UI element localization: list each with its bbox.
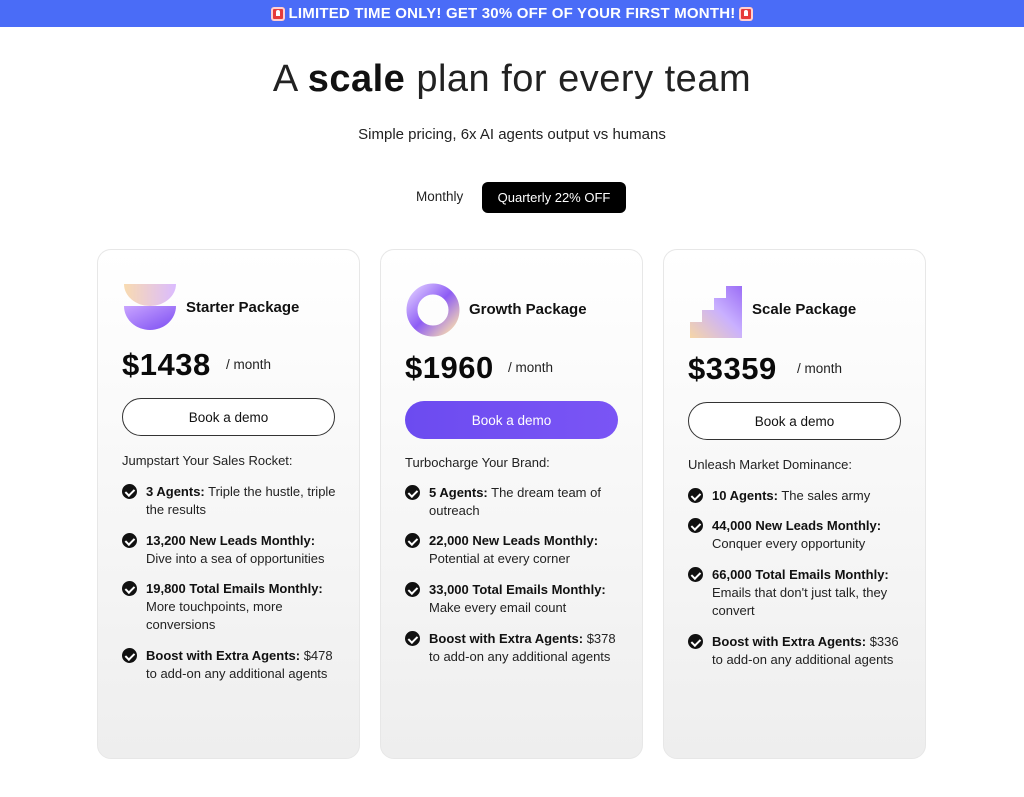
price-period: / month xyxy=(797,361,843,376)
feature-text: 3 Agents: Triple the hustle, triple the … xyxy=(146,483,342,519)
feature-text: Boost with Extra Agents: $478 to add-on … xyxy=(146,647,342,683)
check-circle-icon xyxy=(122,581,137,596)
book-demo-button[interactable]: Book a demo xyxy=(405,401,618,439)
staircase-icon xyxy=(690,286,742,338)
feature-text: 10 Agents: The sales army xyxy=(712,487,908,505)
check-circle-icon xyxy=(405,631,420,646)
price-period: / month xyxy=(508,360,554,375)
title-emphasis: scale xyxy=(307,58,406,100)
feature-highlight: Boost with Extra Agents: xyxy=(146,648,301,663)
plan-tagline: Turbocharge Your Brand: xyxy=(405,455,550,470)
feature-highlight: Boost with Extra Agents: xyxy=(712,634,867,649)
feature-description: Potential at every corner xyxy=(429,551,570,566)
feature-text: 5 Agents: The dream team of outreach xyxy=(429,484,625,520)
book-demo-button[interactable]: Book a demo xyxy=(688,402,901,440)
feature-highlight: 5 Agents: xyxy=(429,485,488,500)
check-circle-icon xyxy=(405,582,420,597)
book-demo-button[interactable]: Book a demo xyxy=(122,398,335,436)
feature-description: Dive into a sea of opportunities xyxy=(146,551,325,566)
promo-banner: LIMITED TIME ONLY! GET 30% OFF OF YOUR F… xyxy=(0,0,1024,27)
feature-text: 19,800 Total Emails Monthly: More touchp… xyxy=(146,580,342,634)
feature-highlight: 3 Agents: xyxy=(146,484,205,499)
plan-price: $1960 xyxy=(405,350,494,385)
feature-highlight: 66,000 Total Emails Monthly: xyxy=(712,567,889,582)
plan-tagline: Unleash Market Dominance: xyxy=(688,457,853,472)
plan-card-starter: Starter Package $1438 / month Book a dem… xyxy=(97,249,360,759)
plan-tagline: Jumpstart Your Sales Rocket: xyxy=(122,453,293,468)
price-period: / month xyxy=(226,357,272,372)
billing-quarterly-option[interactable]: Quarterly 22% OFF xyxy=(482,182,626,213)
plan-card-growth: Growth Package $1960 / month Book a demo… xyxy=(380,249,643,759)
plan-name: Growth Package xyxy=(469,301,587,318)
siren-icon xyxy=(739,6,754,21)
feature-description: The sales army xyxy=(777,488,871,503)
plan-name: Scale Package xyxy=(752,301,857,318)
feature-text: 13,200 New Leads Monthly: Dive into a se… xyxy=(146,532,342,568)
feature-highlight: 22,000 New Leads Monthly: xyxy=(429,533,599,548)
promo-text: LIMITED TIME ONLY! GET 30% OFF OF YOUR F… xyxy=(288,5,736,22)
feature-text: 44,000 New Leads Monthly: Conquer every … xyxy=(712,517,908,553)
check-circle-icon xyxy=(405,485,420,500)
check-circle-icon xyxy=(122,484,137,499)
feature-description: Make every email count xyxy=(429,600,567,615)
check-circle-icon xyxy=(688,634,703,649)
feature-description: Emails that don't just talk, they conver… xyxy=(712,585,888,618)
billing-monthly-option[interactable]: Monthly xyxy=(416,189,463,204)
feature-highlight: 19,800 Total Emails Monthly: xyxy=(146,581,323,596)
title-prefix: A xyxy=(272,58,308,100)
ring-icon xyxy=(406,283,460,337)
billing-toggle: Monthly Quarterly 22% OFF xyxy=(0,182,1024,213)
feature-text: Boost with Extra Agents: $378 to add-on … xyxy=(429,630,625,666)
feature-text: 66,000 Total Emails Monthly: Emails that… xyxy=(712,566,908,620)
check-circle-icon xyxy=(122,533,137,548)
check-circle-icon xyxy=(405,533,420,548)
plan-price: $3359 xyxy=(688,351,777,386)
page-subtitle: Simple pricing, 6x AI agents output vs h… xyxy=(358,126,666,143)
check-circle-icon xyxy=(122,648,137,663)
title-suffix: plan for every team xyxy=(405,58,752,100)
feature-description: More touchpoints, more conversions xyxy=(146,599,283,632)
feature-highlight: 10 Agents: xyxy=(712,488,778,503)
feature-description: Conquer every opportunity xyxy=(712,536,866,551)
feature-text: 22,000 New Leads Monthly: Potential at e… xyxy=(429,532,625,568)
feature-highlight: 44,000 New Leads Monthly: xyxy=(712,518,882,533)
check-circle-icon xyxy=(688,567,703,582)
siren-icon xyxy=(270,6,285,21)
feature-text: 33,000 Total Emails Monthly: Make every … xyxy=(429,581,625,617)
feature-highlight: 33,000 Total Emails Monthly: xyxy=(429,582,606,597)
feature-highlight: 13,200 New Leads Monthly: xyxy=(146,533,316,548)
feature-highlight: Boost with Extra Agents: xyxy=(429,631,584,646)
plan-name: Starter Package xyxy=(186,299,300,316)
plan-price: $1438 xyxy=(122,347,211,382)
plan-card-scale: Scale Package $3359 / month Book a demo … xyxy=(663,249,926,759)
feature-text: Boost with Extra Agents: $336 to add-on … xyxy=(712,633,908,669)
page-title: A scale plan for every team xyxy=(0,58,1024,101)
check-circle-icon xyxy=(688,488,703,503)
check-circle-icon xyxy=(688,518,703,533)
half-circles-icon xyxy=(124,284,176,330)
